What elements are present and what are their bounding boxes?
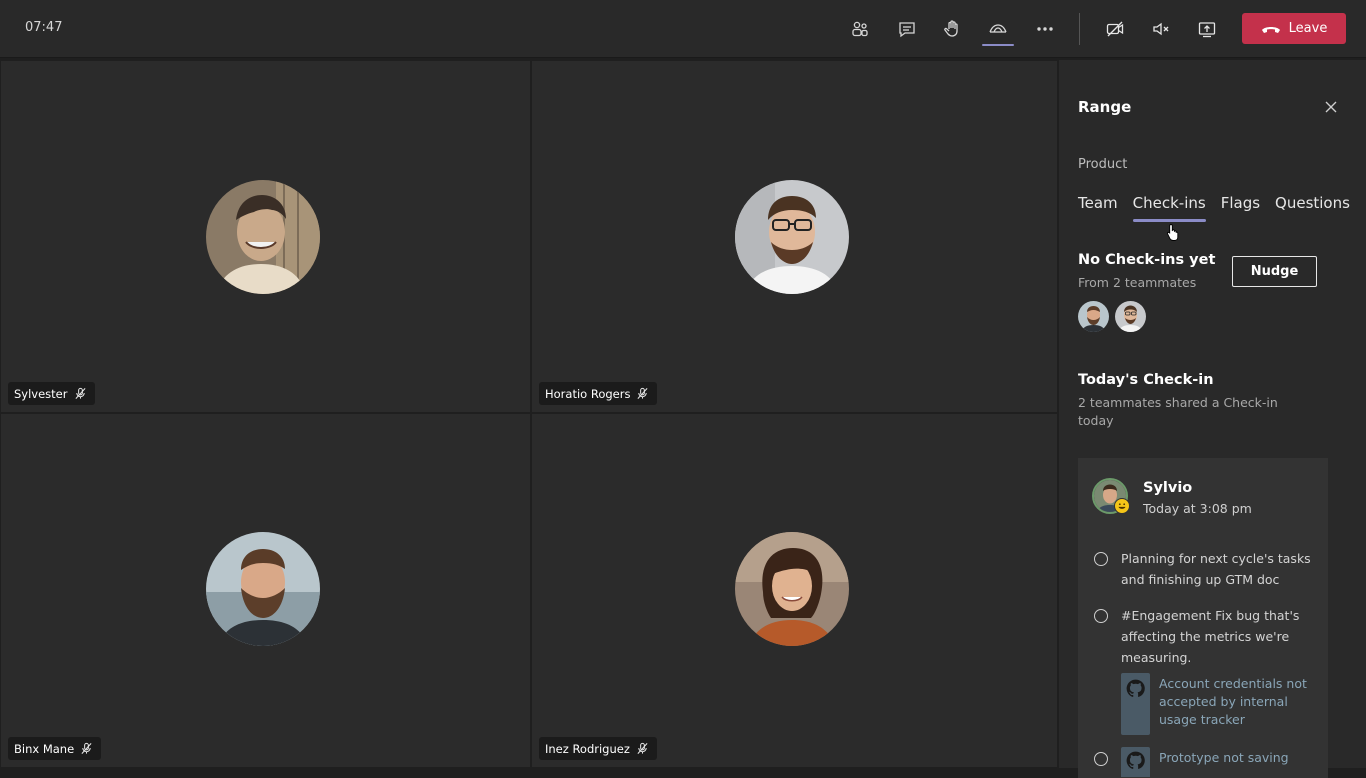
mood-emoji-icon: [1114, 498, 1130, 514]
more-options-icon: [1037, 27, 1053, 31]
share-screen-button[interactable]: [1192, 14, 1222, 44]
participant-name: Sylvester: [14, 386, 68, 401]
participant-avatar: [206, 180, 320, 294]
leave-label: Leave: [1288, 21, 1328, 36]
checkin-item-checkbox[interactable]: [1094, 752, 1108, 766]
checkin-item-text: #Engagement Fix bug that's affecting the…: [1121, 608, 1300, 665]
teammate-avatar[interactable]: [1078, 301, 1109, 332]
participant-tile[interactable]: Sylvester: [1, 61, 530, 412]
hand-cursor-icon: [1166, 224, 1179, 241]
checkin-card: Sylvio Today at 3:08 pm Planning for nex…: [1078, 458, 1328, 778]
attachment-text: Prototype not saving: [1159, 750, 1289, 765]
panel-title: Range: [1078, 98, 1132, 116]
chat-button[interactable]: [892, 14, 922, 44]
checkin-attachment[interactable]: Account credentials not accepted by inte…: [1121, 673, 1321, 737]
share-screen-icon: [1198, 22, 1216, 38]
github-icon: [1126, 679, 1145, 697]
tab-questions[interactable]: Questions: [1275, 194, 1350, 222]
active-app-indicator: [982, 44, 1014, 46]
checkin-timestamp: Today at 3:08 pm: [1143, 501, 1252, 516]
no-checkins-title: No Check-ins yet: [1078, 252, 1216, 268]
leave-button[interactable]: Leave: [1242, 13, 1346, 44]
todays-checkin-title: Today's Check-in: [1078, 372, 1214, 388]
video-grid: Sylvester Horatio Rogers Binx Mane Inez …: [0, 60, 1058, 768]
team-name: Product: [1078, 157, 1128, 172]
github-icon: [1126, 751, 1145, 769]
toolbar-divider: [1079, 13, 1080, 45]
tab-team[interactable]: Team: [1078, 194, 1118, 222]
participant-tile[interactable]: Horatio Rogers: [532, 61, 1057, 412]
participant-name: Inez Rodriguez: [545, 741, 630, 756]
hang-up-icon: [1261, 26, 1280, 33]
meeting-toolbar: 07:47 Leave: [0, 0, 1366, 58]
camera-toggle-button[interactable]: [1100, 14, 1130, 44]
todays-checkin-subtitle: 2 teammates shared a Check-in today: [1078, 395, 1278, 428]
participant-tile[interactable]: Binx Mane: [1, 414, 530, 767]
mic-muted-icon: [74, 387, 86, 399]
pending-teammates: [1078, 301, 1146, 332]
tab-flags[interactable]: Flags: [1221, 194, 1260, 222]
tab-check-ins[interactable]: Check-ins: [1132, 194, 1206, 222]
teammate-avatar[interactable]: [1115, 301, 1146, 332]
more-options-button[interactable]: [1030, 14, 1060, 44]
panel-tabs: Team Check-ins Flags Questions: [1078, 194, 1365, 222]
participant-name: Horatio Rogers: [545, 386, 631, 401]
range-app-icon: [989, 24, 1007, 33]
participant-name-tag: Horatio Rogers: [539, 382, 658, 405]
mic-muted-icon: [637, 742, 648, 754]
participant-avatar: [206, 532, 320, 646]
raise-hand-icon: [944, 20, 958, 37]
participant-tile[interactable]: Inez Rodriguez: [532, 414, 1057, 767]
attachment-text: Account credentials not accepted by inte…: [1159, 676, 1307, 727]
meeting-timer: 07:47: [25, 20, 63, 35]
close-panel-button[interactable]: [1321, 97, 1341, 117]
checkin-author-name: Sylvio: [1143, 480, 1193, 496]
checkin-item-text: Planning for next cycle's tasks and fini…: [1121, 551, 1311, 587]
mic-muted-icon: [637, 387, 648, 399]
close-icon: [1325, 101, 1337, 113]
range-side-panel: Range Product Team Check-ins Flags Quest…: [1059, 60, 1366, 778]
attachment-strip: [1121, 747, 1150, 777]
speaker-muted-icon: [1153, 22, 1169, 36]
participant-avatar: [735, 532, 849, 646]
checkin-item-checkbox[interactable]: [1094, 552, 1108, 566]
participant-avatar: [735, 180, 849, 294]
participant-name-tag: Sylvester: [8, 382, 95, 405]
checkin-attachment[interactable]: Prototype not saving: [1121, 747, 1321, 777]
raise-hand-button[interactable]: [937, 14, 967, 44]
camera-off-icon: [1106, 21, 1124, 37]
participant-name-tag: Binx Mane: [8, 737, 102, 760]
participant-name-tag: Inez Rodriguez: [539, 737, 657, 760]
range-app-button[interactable]: [983, 14, 1013, 44]
speaker-toggle-button[interactable]: [1146, 14, 1176, 44]
no-checkins-subtitle: From 2 teammates: [1078, 275, 1197, 290]
people-button[interactable]: [845, 14, 875, 44]
checkin-author-avatar[interactable]: [1092, 478, 1130, 514]
attachment-strip: [1121, 673, 1150, 735]
checkin-item-checkbox[interactable]: [1094, 609, 1108, 623]
people-icon: [852, 21, 868, 37]
participant-name: Binx Mane: [14, 741, 75, 756]
mic-muted-icon: [81, 742, 92, 754]
nudge-button[interactable]: Nudge: [1232, 256, 1317, 287]
chat-icon: [899, 22, 915, 38]
